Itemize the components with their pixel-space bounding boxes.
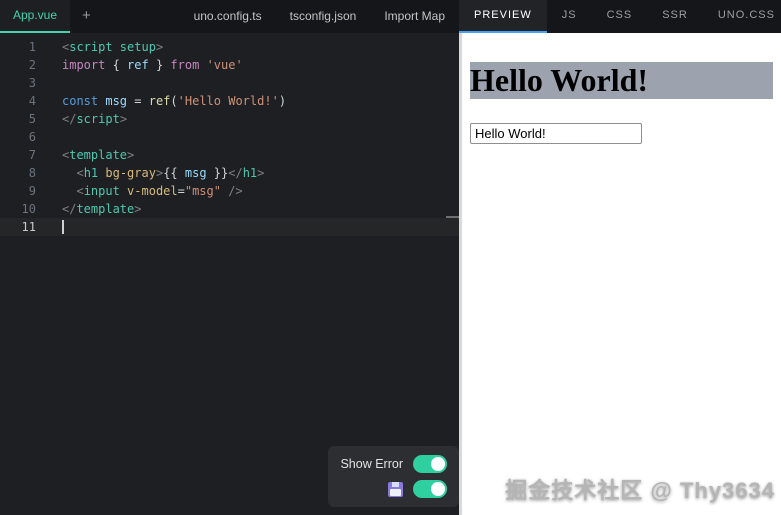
text-cursor	[62, 219, 64, 234]
code-line[interactable]: 7 <template>	[0, 146, 459, 164]
preview-pane: Hello World! 掘金技术社区 @ Thy3634	[462, 33, 781, 515]
top-bar: App.vue + uno.config.ts tsconfig.json Im…	[0, 0, 781, 33]
preview-heading: Hello World!	[470, 62, 773, 100]
code-line[interactable]: 10 </template>	[0, 200, 459, 218]
floppy-disk-icon	[388, 481, 403, 497]
show-error-row: Show Error	[340, 455, 447, 473]
line-number: 10	[21, 202, 36, 216]
code-line-text: <template>	[62, 148, 135, 162]
code-line[interactable]: 6	[0, 128, 459, 146]
editor-options-panel: Show Error	[328, 446, 459, 507]
code-line[interactable]: 5 </script>	[0, 110, 459, 128]
code-line[interactable]: 8 <h1 bg-gray>{{ msg }}</h1>	[0, 164, 459, 182]
code-lines: 1 <script setup> 2 import { ref } from 'vue…	[0, 38, 459, 236]
code-line-text: </script>	[62, 112, 128, 126]
code-line[interactable]: 9 <input v-model="msg" />	[0, 182, 459, 200]
code-line-text: <input v-model="msg" />	[76, 184, 243, 198]
tab-import-map[interactable]: Import Map	[370, 0, 459, 33]
code-line-text	[36, 218, 64, 236]
tab-js[interactable]: JS	[547, 0, 592, 33]
line-number: 1	[28, 40, 36, 54]
show-error-toggle[interactable]	[413, 455, 447, 473]
code-line-text: import { ref } from 'vue'	[62, 58, 243, 72]
tab-uno-config-ts[interactable]: uno.config.ts	[180, 0, 276, 33]
line-number: 2	[28, 58, 36, 72]
editor-overview-ruler-marker	[446, 216, 459, 218]
code-line-text: <script setup>	[62, 40, 164, 54]
auto-save-row	[388, 480, 447, 498]
tab-tsconfig-json[interactable]: tsconfig.json	[276, 0, 371, 33]
toggle-knob	[431, 482, 445, 496]
line-number: 11	[21, 220, 36, 234]
code-line-text: <h1 bg-gray>{{ msg }}</h1>	[76, 166, 265, 180]
show-error-label: Show Error	[340, 457, 403, 471]
code-line-text: </template>	[62, 202, 142, 216]
tab-app-vue[interactable]: App.vue	[0, 0, 71, 33]
tab-preview[interactable]: PREVIEW	[459, 0, 547, 33]
add-file-button[interactable]: +	[70, 0, 103, 33]
line-number: 3	[28, 76, 36, 90]
tab-ssr[interactable]: SSR	[647, 0, 703, 33]
line-number: 5	[28, 112, 36, 126]
watermark: 掘金技术社区 @ Thy3634	[505, 478, 775, 503]
line-number: 9	[28, 184, 36, 198]
line-number: 4	[28, 94, 36, 108]
code-line-text: const msg = ref('Hello World!')	[62, 94, 287, 108]
code-line[interactable]: 4 const msg = ref('Hello World!')	[0, 92, 459, 110]
code-line[interactable]: 1 <script setup>	[0, 38, 459, 56]
line-number: 8	[28, 166, 36, 180]
code-line[interactable]: 2 import { ref } from 'vue'	[0, 56, 459, 74]
toggle-knob	[431, 457, 445, 471]
tab-css[interactable]: CSS	[592, 0, 648, 33]
output-tab-bar: PREVIEW JS CSS SSR UNO.CSS	[459, 0, 781, 33]
code-line[interactable]: 11	[0, 218, 459, 236]
file-tab-bar: App.vue + uno.config.ts tsconfig.json Im…	[0, 0, 459, 33]
main-split: 1 <script setup> 2 import { ref } from 'vue…	[0, 33, 781, 515]
auto-save-toggle[interactable]	[413, 480, 447, 498]
line-number: 7	[28, 148, 36, 162]
code-editor[interactable]: 1 <script setup> 2 import { ref } from 'vue…	[0, 33, 459, 515]
config-tab-group: uno.config.ts tsconfig.json Import Map	[180, 0, 459, 33]
tab-uno-css[interactable]: UNO.CSS	[703, 0, 781, 33]
code-line[interactable]: 3	[0, 74, 459, 92]
preview-msg-input[interactable]	[470, 123, 642, 145]
line-number: 6	[28, 130, 36, 144]
